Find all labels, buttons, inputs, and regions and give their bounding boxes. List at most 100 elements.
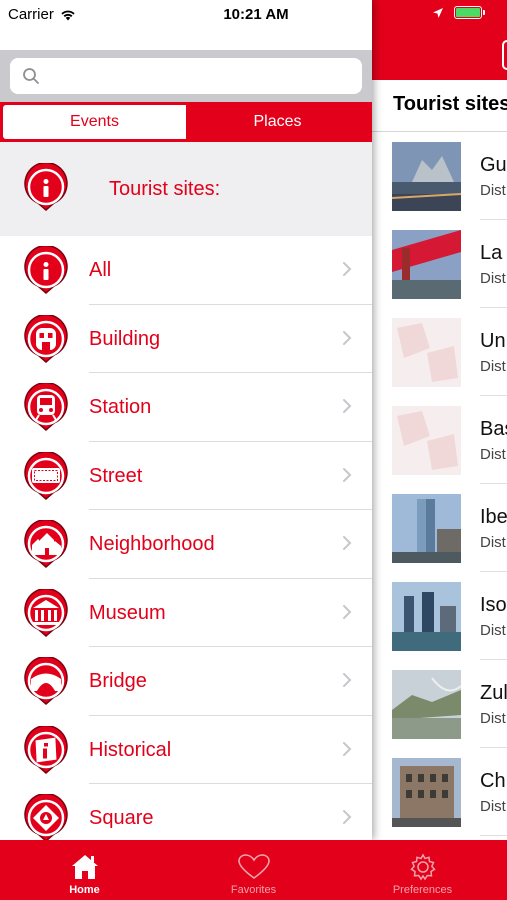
place-name: Ibe bbox=[480, 506, 507, 528]
category-list: All Building Station Street Neighborhood… bbox=[0, 236, 372, 840]
place-name: Bas bbox=[480, 418, 507, 440]
place-row[interactable]: Ibe Dist bbox=[372, 484, 507, 572]
place-distance: Dist bbox=[480, 358, 506, 375]
place-thumbnail bbox=[392, 670, 461, 739]
category-label: Street bbox=[89, 464, 143, 487]
museum-pin-icon bbox=[22, 587, 70, 644]
search-input[interactable] bbox=[10, 58, 362, 94]
tab-favorites-label: Favorites bbox=[230, 884, 277, 896]
place-distance: Dist bbox=[480, 270, 506, 287]
category-row-all[interactable]: All bbox=[0, 236, 372, 305]
tab-places[interactable]: Places bbox=[186, 105, 369, 139]
place-distance: Dist bbox=[480, 622, 506, 639]
status-time: 10:21 AM bbox=[223, 6, 289, 23]
street-sign-pin-icon bbox=[22, 450, 70, 507]
place-name: Gu bbox=[480, 154, 507, 176]
place-thumbnail bbox=[392, 230, 461, 299]
place-thumbnail bbox=[392, 318, 461, 387]
place-thumbnail bbox=[392, 494, 461, 563]
square-pin-icon bbox=[22, 792, 70, 840]
place-distance: Dist bbox=[480, 798, 506, 815]
place-thumbnail bbox=[392, 758, 461, 827]
info-pin-icon bbox=[22, 244, 70, 301]
category-row-street[interactable]: Street bbox=[0, 441, 372, 510]
tab-preferences[interactable]: Preferences bbox=[338, 840, 507, 900]
section-header: Tourist sites: bbox=[0, 142, 372, 236]
battery-icon bbox=[454, 6, 485, 19]
tab-bar: Home Favorites Preferences bbox=[0, 840, 507, 900]
categories-panel: Carrier 10:21 AM Events Places Tourist s… bbox=[0, 0, 372, 840]
category-label: All bbox=[89, 259, 112, 281]
row-separator bbox=[480, 835, 507, 836]
place-name: Ch bbox=[480, 770, 506, 792]
tab-favorites[interactable]: Favorites bbox=[169, 840, 338, 900]
info-pin-icon bbox=[22, 161, 70, 218]
houses-pin-icon bbox=[22, 518, 70, 575]
building-pin-icon bbox=[22, 313, 70, 370]
tab-events-label: Events bbox=[70, 113, 119, 130]
heart-icon bbox=[237, 854, 270, 879]
status-bar: Carrier 10:21 AM bbox=[0, 0, 372, 50]
place-row[interactable]: Zul Dist bbox=[372, 660, 507, 748]
segmented-control-bar: Events Places bbox=[0, 102, 372, 142]
place-name: Un bbox=[480, 330, 506, 352]
edit-button[interactable] bbox=[502, 40, 507, 70]
place-name: Zul bbox=[480, 682, 507, 704]
place-distance: Dist bbox=[480, 710, 506, 727]
chevron-right-icon bbox=[343, 399, 352, 413]
places-list-panel: Tourist sites Gu Dist La Dist Un Dist Ba… bbox=[372, 0, 507, 840]
place-row[interactable]: Iso Dist bbox=[372, 572, 507, 660]
tab-places-label: Places bbox=[253, 113, 302, 130]
tab-home[interactable]: Home bbox=[0, 840, 169, 900]
bridge-pin-icon bbox=[22, 655, 70, 712]
category-label: Station bbox=[89, 396, 152, 418]
places-header bbox=[372, 0, 507, 80]
tab-events[interactable]: Events bbox=[3, 105, 186, 139]
category-label: Neighborhood bbox=[89, 533, 215, 555]
place-name: La bbox=[480, 242, 503, 264]
category-row-building[interactable]: Building bbox=[0, 304, 372, 373]
place-distance: Dist bbox=[480, 446, 506, 463]
place-thumbnail bbox=[392, 142, 461, 211]
chevron-right-icon bbox=[343, 330, 352, 345]
place-thumbnail bbox=[392, 582, 461, 651]
category-row-square[interactable]: Square bbox=[0, 784, 372, 840]
category-label: Historical bbox=[89, 738, 172, 761]
gear-icon bbox=[409, 853, 436, 881]
segmented-control: Events Places bbox=[2, 104, 370, 140]
place-row[interactable]: Ch Dist bbox=[372, 748, 507, 836]
category-row-historical[interactable]: Historical bbox=[0, 715, 372, 784]
historical-pin-icon bbox=[22, 724, 70, 781]
place-name: Iso bbox=[480, 594, 507, 616]
home-icon bbox=[71, 855, 98, 879]
section-title: Tourist sites: bbox=[109, 178, 221, 200]
place-thumbnail bbox=[392, 406, 461, 475]
category-label: Museum bbox=[89, 601, 166, 624]
places-title: Tourist sites bbox=[393, 93, 507, 115]
place-row[interactable]: Bas Dist bbox=[372, 396, 507, 484]
chevron-right-icon bbox=[343, 604, 352, 619]
search-bar bbox=[0, 50, 372, 102]
tab-home-label: Home bbox=[69, 884, 100, 896]
chevron-right-icon bbox=[343, 262, 352, 276]
chevron-right-icon bbox=[343, 810, 352, 824]
status-indicators bbox=[432, 6, 485, 19]
search-icon bbox=[23, 68, 39, 84]
place-row[interactable]: La Dist bbox=[372, 220, 507, 308]
train-pin-icon bbox=[22, 381, 70, 438]
category-row-neighborhood[interactable]: Neighborhood bbox=[0, 510, 372, 579]
chevron-right-icon bbox=[343, 741, 352, 756]
location-arrow-icon bbox=[433, 7, 443, 18]
category-row-bridge[interactable]: Bridge bbox=[0, 647, 372, 716]
chevron-right-icon bbox=[343, 673, 352, 687]
place-row[interactable]: Un Dist bbox=[372, 308, 507, 396]
chevron-right-icon bbox=[343, 467, 352, 482]
place-distance: Dist bbox=[480, 182, 506, 199]
category-label: Square bbox=[89, 807, 154, 829]
category-label: Building bbox=[89, 327, 161, 350]
place-row[interactable]: Gu Dist bbox=[372, 132, 507, 220]
category-row-station[interactable]: Station bbox=[0, 373, 372, 442]
place-distance: Dist bbox=[480, 534, 506, 551]
category-row-museum[interactable]: Museum bbox=[0, 578, 372, 647]
tab-preferences-label: Preferences bbox=[392, 884, 453, 896]
